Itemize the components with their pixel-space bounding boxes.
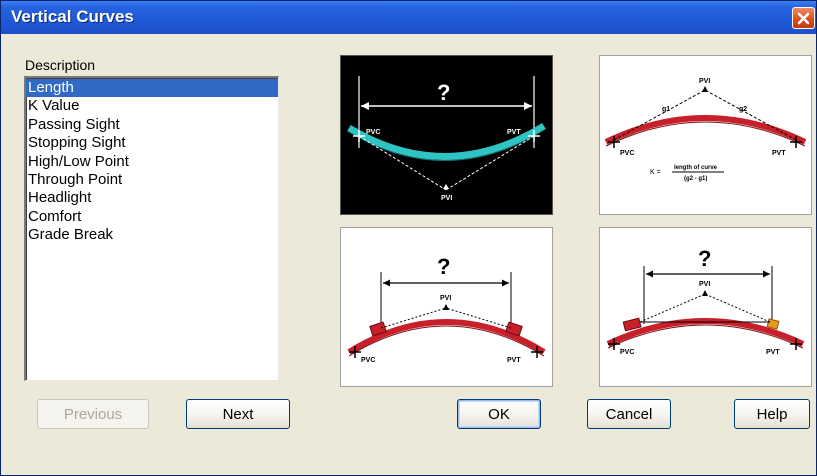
k-formula-k: K = [650, 169, 661, 176]
list-item-passing-sight[interactable]: Passing Sight [26, 116, 278, 134]
next-button[interactable]: Next [186, 399, 290, 429]
crest-sight-pvt-label: PVT [507, 357, 521, 364]
close-icon [797, 12, 810, 24]
help-button[interactable]: Help [734, 399, 810, 429]
previous-button[interactable]: Previous [37, 399, 149, 429]
list-item-headlight[interactable]: Headlight [26, 189, 278, 207]
list-item-length[interactable]: Length [26, 79, 278, 98]
cancel-button[interactable]: Cancel [587, 399, 671, 429]
next-button-label: Next [222, 405, 254, 423]
ok-button-label: OK [488, 405, 510, 423]
list-item-through-point[interactable]: Through Point [26, 171, 278, 189]
crest-length-diagram: ? PVI PVC PVT [599, 227, 812, 387]
list-item-grade-break[interactable]: Grade Break [26, 226, 278, 244]
crest-length-pvi-label: PVI [699, 281, 710, 288]
window-title: Vertical Curves [11, 7, 134, 26]
crest-sight-diagram: ? PVI PVC PVT [340, 227, 553, 387]
list-item-k-value[interactable]: K Value [26, 97, 278, 115]
k-value-diagram: PVI g1 g2 PVC PVT K = length of curve (g… [599, 55, 812, 215]
k-formula-denominator: (g2 - g1) [684, 176, 707, 182]
k-pvi-label: PVI [699, 78, 710, 85]
k-g1-label: g1 [662, 106, 670, 113]
vertical-curves-dialog: Vertical Curves Description Length K Val… [0, 0, 817, 476]
description-label: Description [25, 57, 96, 73]
title-bar[interactable]: Vertical Curves [1, 1, 816, 34]
sag-length-diagram: ? PVC PVT PVI [340, 55, 553, 215]
sag-pvi-label: PVI [441, 195, 452, 202]
crest-sight-pvc-label: PVC [361, 357, 375, 364]
k-pvc-label: PVC [620, 150, 634, 157]
cancel-button-label: Cancel [605, 405, 653, 423]
crest-length-pvc-label: PVC [620, 349, 634, 356]
list-item-comfort[interactable]: Comfort [26, 208, 278, 226]
sag-pvt-label: PVT [507, 129, 521, 136]
k-g2-label: g2 [739, 106, 747, 113]
description-listbox[interactable]: Length K Value Passing Sight Stopping Si… [24, 76, 279, 381]
crest-sight-pvi-label: PVI [440, 295, 451, 302]
ok-button[interactable]: OK [457, 399, 541, 429]
sag-question-mark: ? [437, 80, 450, 105]
list-item-high-low-point[interactable]: High/Low Point [26, 153, 278, 171]
k-formula-numerator: length of curve [674, 165, 718, 171]
k-pvt-label: PVT [772, 150, 786, 157]
crest-sight-question-mark: ? [437, 254, 450, 279]
close-button[interactable] [792, 7, 815, 29]
previous-button-label: Previous [63, 405, 123, 423]
crest-length-pvt-label: PVT [766, 349, 780, 356]
sag-pvc-label: PVC [366, 129, 380, 136]
crest-length-question-mark: ? [698, 246, 711, 271]
help-button-label: Help [756, 405, 788, 423]
list-item-stopping-sight[interactable]: Stopping Sight [26, 134, 278, 152]
